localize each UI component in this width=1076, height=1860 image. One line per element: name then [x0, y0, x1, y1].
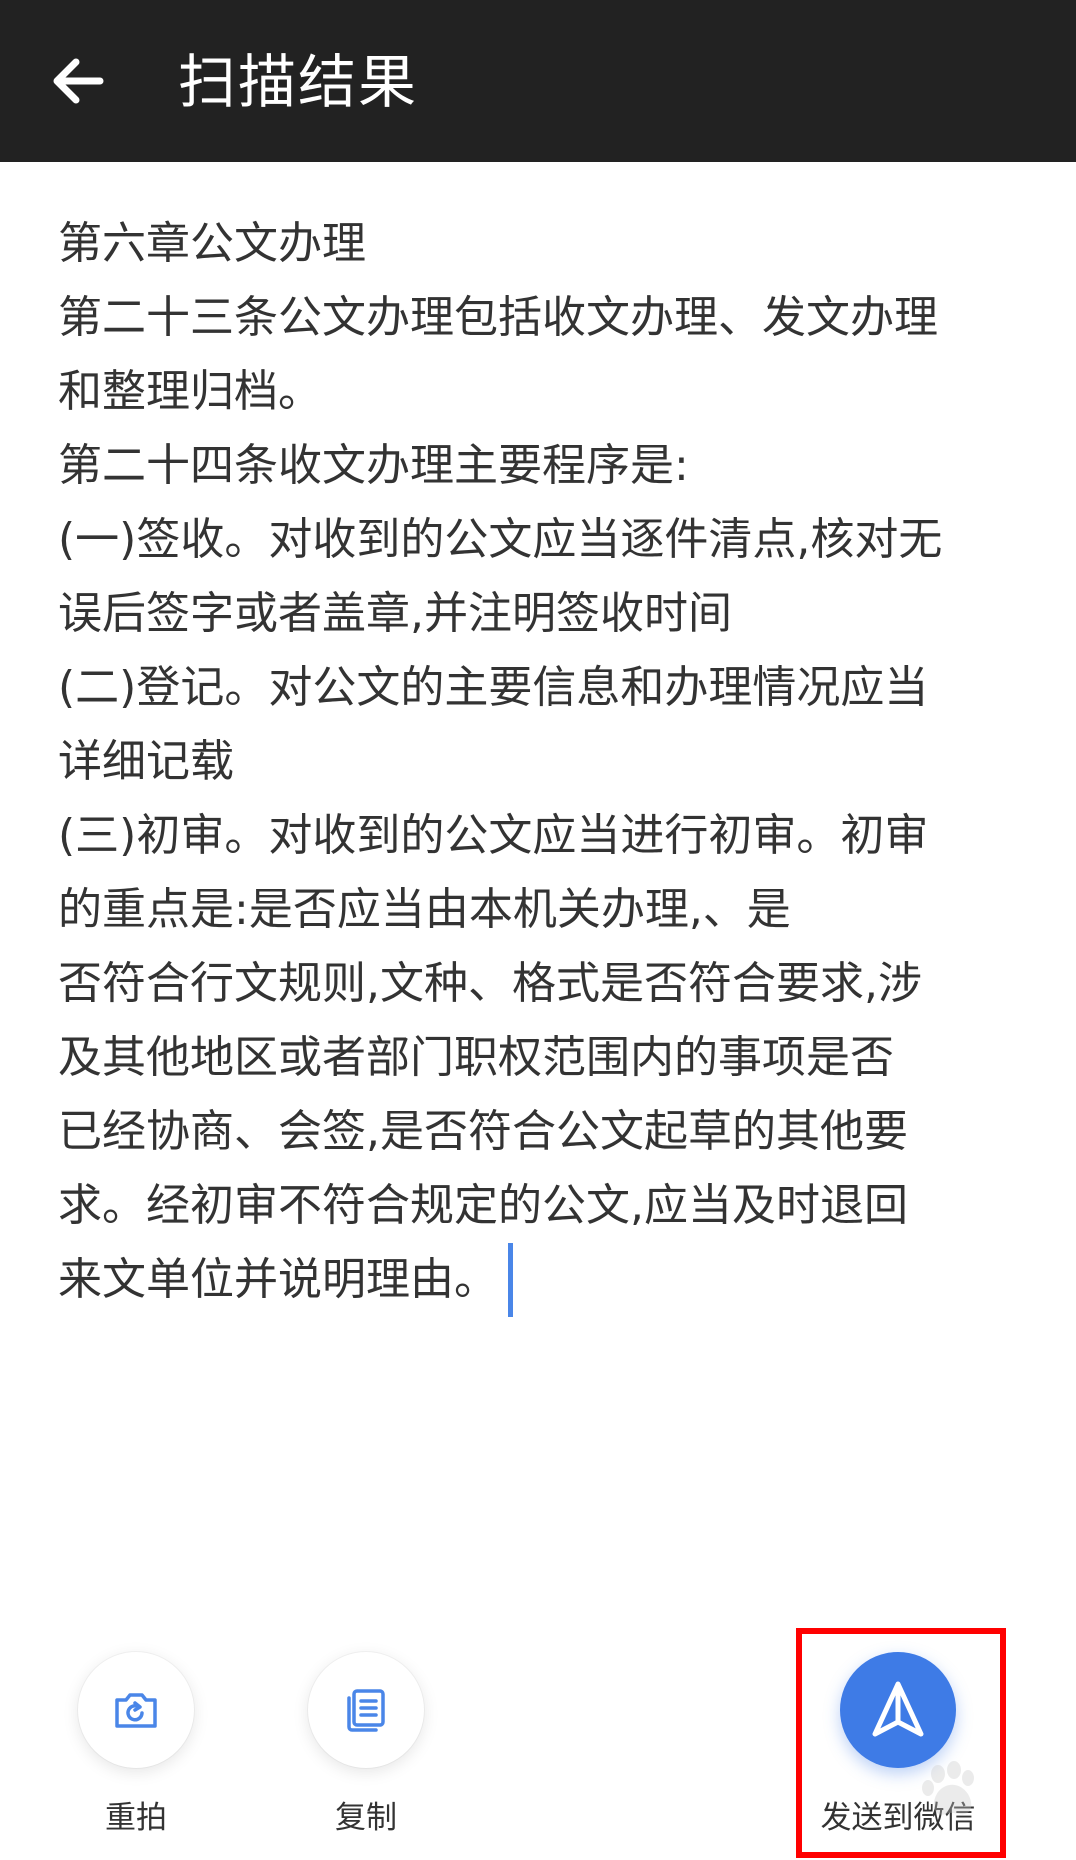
copy-document-icon	[347, 1689, 385, 1732]
text-line-content: 来文单位并说明理由。	[58, 1254, 498, 1305]
text-line: 及其他地区或者部门职权范围内的事项是否	[58, 1032, 894, 1083]
back-button[interactable]	[38, 40, 120, 122]
text-line: (二)登记。对公文的主要信息和办理情况应当	[58, 662, 929, 713]
text-cursor	[508, 1243, 513, 1317]
page-title: 扫描结果	[178, 48, 419, 116]
copy-button[interactable]: 复制	[308, 1652, 468, 1852]
text-line: 第二十三条公文办理包括收文办理、发文办理	[58, 292, 938, 343]
text-line: 已经协商、会签,是否符合公文起草的其他要	[58, 1106, 908, 1157]
text-line: 误后签字或者盖章,并注明签收时间	[58, 588, 732, 639]
text-line: 求。经初审不符合规定的公文,应当及时退回	[58, 1180, 908, 1231]
text-line: 否符合行文规则,文种、格式是否符合要求,涉	[58, 958, 922, 1009]
retake-camera-icon	[115, 1693, 157, 1728]
retake-label: 重拍	[105, 1800, 167, 1836]
retake-circle	[78, 1652, 194, 1768]
recognized-text-area[interactable]: 第六章公文办理 第二十三条公文办理包括收文办理、发文办理 和整理归档。 第二十四…	[58, 207, 1028, 1317]
text-line: (三)初审。对收到的公文应当进行初审。初审	[58, 810, 929, 861]
copy-circle	[308, 1652, 424, 1768]
text-line: (一)签收。对收到的公文应当逐件清点,核对无	[58, 514, 943, 565]
scan-result-screen: 扫描结果 第六章公文办理 第二十三条公文办理包括收文办理、发文办理 和整理归档。…	[0, 0, 1076, 1860]
text-line-last: 来文单位并说明理由。	[58, 1243, 1028, 1317]
top-app-bar: 扫描结果	[0, 0, 1076, 162]
text-line: 第六章公文办理	[58, 218, 366, 269]
text-line: 的重点是:是否应当由本机关办理,、是	[58, 884, 791, 935]
arrow-left-icon	[53, 58, 104, 104]
copy-label: 复制	[335, 1800, 397, 1836]
text-line: 和整理归档。	[58, 366, 322, 417]
retake-button[interactable]: 重拍	[78, 1652, 238, 1852]
text-line: 详细记载	[58, 736, 234, 787]
text-line: 第二十四条收文办理主要程序是:	[58, 440, 689, 491]
highlight-box	[796, 1628, 1006, 1858]
